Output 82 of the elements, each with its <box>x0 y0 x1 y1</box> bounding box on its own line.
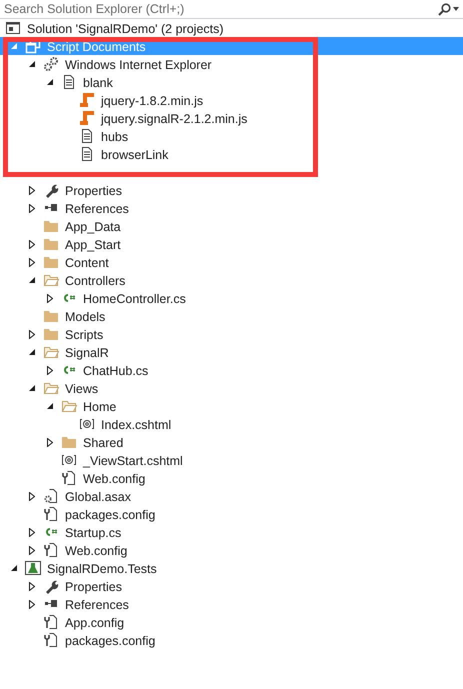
tree-item[interactable]: App_Data <box>0 217 463 235</box>
document-icon <box>61 74 77 90</box>
document-icon <box>79 146 95 162</box>
config-file-icon <box>61 470 77 486</box>
open-folder-icon <box>43 380 59 396</box>
tree-item[interactable]: jquery-1.8.2.min.js <box>0 91 463 109</box>
folder-icon <box>43 326 59 342</box>
expand-arrow-icon[interactable] <box>29 600 35 608</box>
script-icon <box>79 92 95 108</box>
expand-arrow-icon[interactable] <box>29 528 35 536</box>
tree-item[interactable]: App.config <box>0 613 463 631</box>
expand-arrow-icon[interactable] <box>29 186 35 194</box>
script-icon <box>79 110 95 126</box>
tree-item[interactable]: Home <box>0 397 463 415</box>
search-icon[interactable] <box>438 2 451 16</box>
solution-icon <box>5 20 21 36</box>
tree-item[interactable]: Views <box>0 379 463 397</box>
document-icon <box>79 128 95 144</box>
tree-item[interactable]: packages.config <box>0 505 463 523</box>
tree-item[interactable]: Startup.cs <box>0 523 463 541</box>
collapse-arrow-icon[interactable] <box>11 565 17 571</box>
gear-file-icon <box>43 488 59 504</box>
tree-item[interactable]: blank <box>0 73 463 91</box>
folder-icon <box>43 254 59 270</box>
tree-item[interactable]: packages.config <box>0 631 463 649</box>
tree-item[interactable]: jquery.signalR-2.1.2.min.js <box>0 109 463 127</box>
test-project-icon <box>25 560 41 576</box>
tree-item[interactable]: Web.config <box>0 469 463 487</box>
tree-item[interactable]: Global.asax <box>0 487 463 505</box>
open-folder-icon <box>43 272 59 288</box>
tree-item[interactable]: ChatHub.cs <box>0 361 463 379</box>
folder-icon <box>43 218 59 234</box>
collapse-arrow-icon[interactable] <box>29 61 35 67</box>
folder-icon <box>61 434 77 450</box>
tree-item[interactable]: HomeController.cs <box>0 289 463 307</box>
tree-item[interactable]: _ViewStart.cshtml <box>0 451 463 469</box>
collapse-arrow-icon[interactable] <box>29 385 35 391</box>
tree-item[interactable]: References <box>0 199 463 217</box>
expand-arrow-icon[interactable] <box>29 492 35 500</box>
razor-file-icon <box>79 416 95 432</box>
tree-item[interactable]: Solution 'SignalRDemo' (2 projects) <box>0 19 463 37</box>
tree-item[interactable]: Properties <box>0 577 463 595</box>
tree-item[interactable]: Shared <box>0 433 463 451</box>
folder-icon <box>43 236 59 252</box>
expand-arrow-icon[interactable] <box>29 240 35 248</box>
expand-arrow-icon[interactable] <box>29 258 35 266</box>
open-folder-icon <box>61 398 77 414</box>
caret-icon[interactable] <box>453 7 459 11</box>
tree-item[interactable]: Controllers <box>0 271 463 289</box>
expand-arrow-icon[interactable] <box>29 204 35 212</box>
tree-item[interactable]: Windows Internet Explorer <box>0 55 463 73</box>
search-field[interactable]: Search Solution Explorer (Ctrl+;) <box>4 2 438 16</box>
expand-arrow-icon[interactable] <box>47 438 53 446</box>
collapse-arrow-icon[interactable] <box>29 277 35 283</box>
tree-item[interactable]: Index.cshtml <box>0 415 463 433</box>
tree-item[interactable]: Content <box>0 253 463 271</box>
config-file-icon <box>43 614 59 630</box>
tree-item[interactable]: SignalR <box>0 343 463 361</box>
config-file-icon <box>43 542 59 558</box>
expand-arrow-icon[interactable] <box>29 582 35 590</box>
expand-arrow-icon[interactable] <box>47 366 53 374</box>
tree-item[interactable]: Scripts <box>0 325 463 343</box>
open-folder-icon <box>43 344 59 360</box>
gears-icon <box>43 56 59 72</box>
tree-item[interactable]: SignalRDemo.Tests <box>0 559 463 577</box>
tree-item[interactable]: References <box>0 595 463 613</box>
collapse-arrow-icon[interactable] <box>29 349 35 355</box>
tree-item[interactable]: App_Start <box>0 235 463 253</box>
expand-arrow-icon[interactable] <box>29 330 35 338</box>
config-file-icon <box>43 632 59 648</box>
tree-item[interactable]: hubs <box>0 127 463 145</box>
folder-icon <box>43 308 59 324</box>
tree-item[interactable]: Properties <box>0 181 463 199</box>
collapse-arrow-icon[interactable] <box>47 403 53 409</box>
expand-arrow-icon[interactable] <box>47 294 53 302</box>
config-file-icon <box>43 506 59 522</box>
expand-arrow-icon[interactable] <box>29 546 35 554</box>
collapse-arrow-icon[interactable] <box>47 79 53 85</box>
tree-item[interactable]: browserLink <box>0 145 463 163</box>
tree-item[interactable]: Models <box>0 307 463 325</box>
tree-item[interactable]: Web.config <box>0 541 463 559</box>
razor-file-icon <box>61 452 77 468</box>
